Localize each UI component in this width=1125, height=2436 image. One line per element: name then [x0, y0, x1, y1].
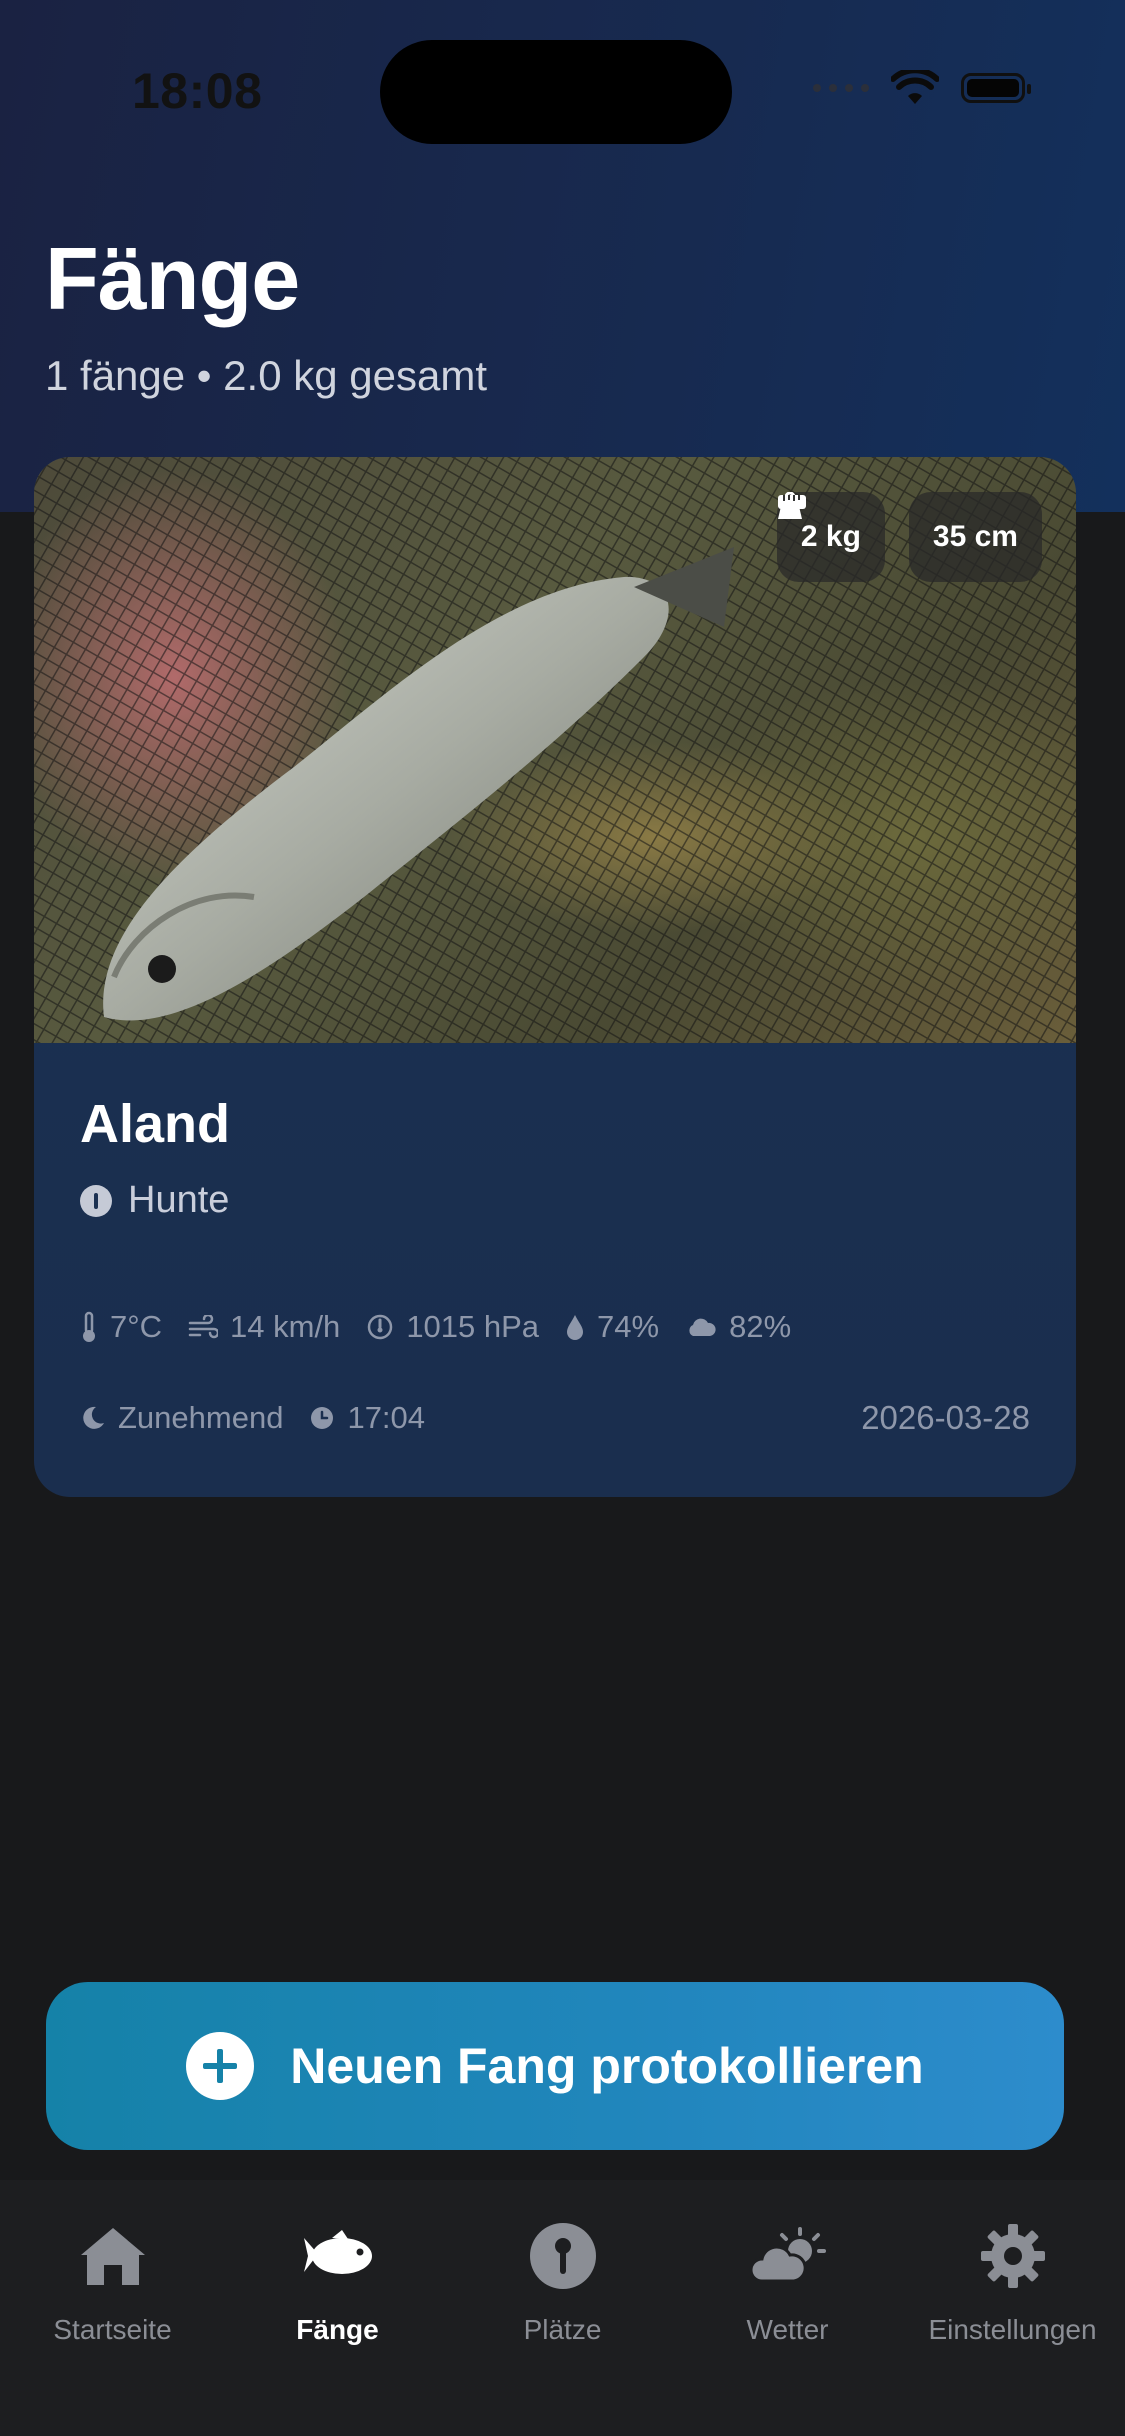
ruler-icon — [777, 495, 806, 509]
catch-photo: 2 kg 35 cm — [34, 457, 1076, 1043]
thermometer-icon — [83, 1311, 95, 1342]
humidity-value: 74% — [597, 1309, 660, 1344]
tab-faenge[interactable]: Fänge — [225, 2180, 450, 2436]
tab-plaetze[interactable]: Plätze — [450, 2180, 675, 2436]
gear-icon — [980, 2224, 1045, 2288]
cloud-item: 82% — [685, 1309, 791, 1345]
battery-icon — [961, 73, 1031, 103]
gauge-icon — [368, 1314, 393, 1340]
tab-label: Wetter — [746, 2314, 829, 2345]
weight-value: 2 kg — [800, 520, 861, 553]
moon-item: Zunehmend — [80, 1400, 283, 1436]
moon-phase: Zunehmend — [118, 1400, 284, 1435]
catch-card[interactable]: 2 kg 35 cm Aland Hunte 7°C 14 km/h 1015 … — [34, 457, 1076, 1497]
clock-icon — [311, 1407, 334, 1429]
length-value: 35 cm — [932, 520, 1018, 553]
weather-row: 7°C 14 km/h 1015 hPa 74% 82% — [80, 1309, 791, 1345]
log-new-catch-label: Neuen Fang protokollieren — [290, 2038, 924, 2094]
home-icon — [80, 2228, 145, 2285]
temperature-item: 7°C — [80, 1309, 162, 1345]
catch-time: 17:04 — [347, 1400, 426, 1435]
wind-icon — [188, 1315, 219, 1339]
location-name: Hunte — [128, 1179, 230, 1221]
time-item: 17:04 — [309, 1400, 425, 1436]
pressure-value: 1015 hPa — [406, 1309, 540, 1344]
tab-label: Einstellungen — [928, 2314, 1097, 2345]
wind-item: 14 km/h — [188, 1309, 340, 1345]
weather-icon — [749, 2227, 826, 2283]
wifi-icon — [891, 70, 939, 104]
length-badge: 35 cm — [777, 492, 1042, 582]
catch-location: Hunte — [80, 1179, 1030, 1222]
status-time: 18:08 — [132, 63, 263, 119]
page-title: Fänge — [45, 229, 300, 328]
status-indicators — [813, 70, 1031, 106]
cloud-icon — [689, 1318, 716, 1336]
catch-date: 2026-03-28 — [861, 1399, 1030, 1436]
page-subtitle: 1 fänge • 2.0 kg gesamt — [45, 352, 487, 399]
humidity-item: 74% — [565, 1309, 659, 1345]
cloud-value: 82% — [729, 1309, 792, 1344]
tab-einstellungen[interactable]: Einstellungen — [900, 2180, 1125, 2436]
tab-startseite[interactable]: Startseite — [0, 2180, 225, 2436]
fish-icon — [303, 2230, 372, 2274]
droplet-icon — [567, 1315, 584, 1340]
moon-icon — [83, 1406, 104, 1429]
location-pin-icon — [80, 1184, 112, 1217]
temperature-value: 7°C — [110, 1309, 163, 1344]
log-new-catch-button[interactable]: Neuen Fang protokollieren — [46, 1982, 1064, 2150]
plus-icon — [186, 2032, 255, 2100]
pin-icon — [529, 2223, 596, 2289]
dynamic-island — [380, 40, 732, 144]
tab-label: Fänge — [296, 2314, 379, 2345]
pressure-item: 1015 hPa — [366, 1309, 539, 1345]
species-name: Aland — [80, 1094, 231, 1154]
tab-wetter[interactable]: Wetter — [675, 2180, 900, 2436]
tab-label: Startseite — [53, 2314, 172, 2345]
meta-row: Zunehmend 17:04 2026-03-28 — [80, 1399, 1030, 1437]
tab-label: Plätze — [523, 2314, 602, 2345]
wind-value: 14 km/h — [230, 1309, 341, 1344]
tab-bar: Startseite Fänge Plätze Wetter Einstellu… — [0, 2180, 1125, 2436]
signal-icon — [813, 84, 869, 92]
